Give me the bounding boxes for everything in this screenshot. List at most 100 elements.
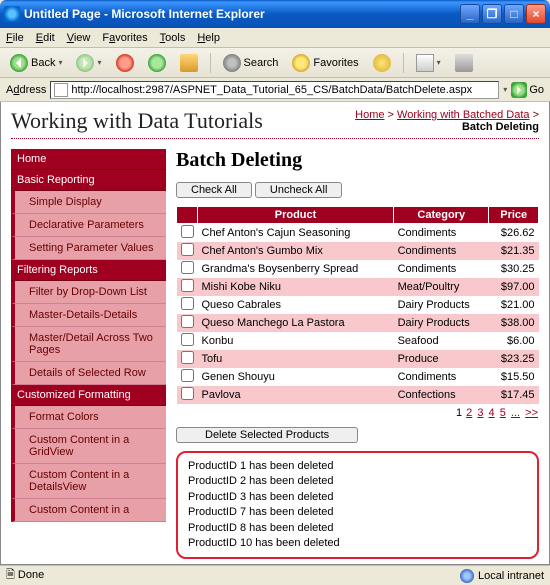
nav-format-colors[interactable]: Format Colors — [11, 406, 166, 429]
cell-price: $6.00 — [489, 332, 539, 350]
row-checkbox[interactable] — [181, 261, 194, 274]
menu-bar: File Edit View Favorites Tools Help — [0, 28, 550, 48]
nav-custom-gridview[interactable]: Custom Content in a GridView — [11, 429, 166, 464]
col-checkbox — [177, 207, 198, 224]
url-field[interactable]: http://localhost:2987/ASPNET_Data_Tutori… — [50, 81, 499, 99]
back-button[interactable]: Back▾ — [6, 52, 66, 74]
row-checkbox[interactable] — [181, 279, 194, 292]
row-checkbox[interactable] — [181, 243, 194, 256]
search-button[interactable]: Search — [219, 52, 283, 74]
pager-4[interactable]: 4 — [489, 407, 495, 419]
page-icon — [54, 83, 68, 97]
url-text: http://localhost:2987/ASPNET_Data_Tutori… — [71, 84, 472, 96]
nav-custom-detailsview[interactable]: Custom Content in a DetailsView — [11, 464, 166, 499]
forward-icon — [76, 54, 94, 72]
menu-help[interactable]: Help — [197, 32, 220, 44]
menu-file[interactable]: File — [6, 32, 24, 44]
nav-simple-display[interactable]: Simple Display — [11, 191, 166, 214]
menu-favorites[interactable]: Favorites — [102, 32, 147, 44]
nav-filtering-reports[interactable]: Filtering Reports — [11, 260, 166, 281]
print-icon — [455, 54, 473, 72]
col-price[interactable]: Price — [489, 207, 539, 224]
close-button[interactable]: × — [526, 4, 546, 24]
status-left: 🗎 Done — [6, 566, 44, 585]
favorites-button[interactable]: Favorites — [288, 52, 362, 74]
breadcrumb-home[interactable]: Home — [355, 109, 384, 121]
search-icon — [223, 54, 241, 72]
nav-declarative-parameters[interactable]: Declarative Parameters — [11, 214, 166, 237]
table-row: TofuProduce$23.25 — [177, 350, 539, 368]
home-button[interactable] — [176, 52, 202, 74]
stop-button[interactable] — [112, 52, 138, 74]
pager-next[interactable]: >> — [525, 407, 538, 419]
table-row: PavlovaConfections$17.45 — [177, 386, 539, 404]
check-all-button[interactable]: Check All — [176, 182, 252, 198]
maximize-button[interactable]: □ — [504, 4, 524, 24]
cell-product: Mishi Kobe Niku — [198, 278, 394, 296]
minimize-button[interactable]: _ — [460, 4, 480, 24]
window-title: Untitled Page - Microsoft Internet Explo… — [24, 7, 460, 21]
cell-product: Tofu — [198, 350, 394, 368]
cell-product: Queso Cabrales — [198, 296, 394, 314]
pager-dots[interactable]: ... — [511, 407, 520, 419]
cell-category: Dairy Products — [394, 314, 489, 332]
mail-button[interactable]: ▾ — [412, 52, 445, 74]
print-button[interactable] — [451, 52, 477, 74]
back-icon — [10, 54, 28, 72]
row-checkbox[interactable] — [181, 333, 194, 346]
pager-5[interactable]: 5 — [500, 407, 506, 419]
status-message: ProductID 1 has been deleted — [188, 459, 527, 474]
home-icon — [180, 54, 198, 72]
refresh-icon — [148, 54, 166, 72]
site-title: Working with Data Tutorials — [11, 108, 263, 134]
col-category[interactable]: Category — [394, 207, 489, 224]
status-message: ProductID 10 has been deleted — [188, 536, 527, 551]
forward-button[interactable]: ▾ — [72, 52, 105, 74]
cell-price: $21.00 — [489, 296, 539, 314]
cell-price: $97.00 — [489, 278, 539, 296]
nav-customized-formatting[interactable]: Customized Formatting — [11, 385, 166, 406]
row-checkbox[interactable] — [181, 369, 194, 382]
url-dropdown[interactable]: ▾ — [503, 85, 507, 94]
page-heading: Batch Deleting — [176, 149, 539, 172]
row-checkbox[interactable] — [181, 225, 194, 238]
row-checkbox[interactable] — [181, 315, 194, 328]
go-button[interactable]: Go — [511, 82, 544, 98]
refresh-button[interactable] — [144, 52, 170, 74]
menu-edit[interactable]: Edit — [36, 32, 55, 44]
menu-tools[interactable]: Tools — [160, 32, 186, 44]
nav-basic-reporting[interactable]: Basic Reporting — [11, 170, 166, 191]
cell-product: Chef Anton's Cajun Seasoning — [198, 224, 394, 243]
row-checkbox[interactable] — [181, 297, 194, 310]
menu-view[interactable]: View — [67, 32, 91, 44]
nav-custom-content[interactable]: Custom Content in a — [11, 499, 166, 522]
pager-2[interactable]: 2 — [466, 407, 472, 419]
col-product[interactable]: Product — [198, 207, 394, 224]
nav-home[interactable]: Home — [11, 149, 166, 170]
row-checkbox[interactable] — [181, 351, 194, 364]
main-content: Batch Deleting Check All Uncheck All Pro… — [176, 149, 539, 559]
status-message: ProductID 7 has been deleted — [188, 505, 527, 520]
breadcrumb-section[interactable]: Working with Batched Data — [397, 109, 529, 121]
cell-product: Pavlova — [198, 386, 394, 404]
toolbar: Back▾ ▾ Search Favorites ▾ — [0, 48, 550, 78]
cell-category: Condiments — [394, 224, 489, 243]
nav-master-detail-two-pages[interactable]: Master/Detail Across Two Pages — [11, 327, 166, 362]
intranet-icon — [460, 569, 474, 583]
status-message: ProductID 8 has been deleted — [188, 521, 527, 536]
uncheck-all-button[interactable]: Uncheck All — [255, 182, 342, 198]
status-message-box: ProductID 1 has been deletedProductID 2 … — [176, 451, 539, 559]
favorites-label: Favorites — [313, 57, 358, 69]
nav-details-selected-row[interactable]: Details of Selected Row — [11, 362, 166, 385]
delete-selected-button[interactable]: Delete Selected Products — [176, 427, 358, 443]
row-checkbox[interactable] — [181, 387, 194, 400]
cell-price: $26.62 — [489, 224, 539, 243]
window-titlebar: Untitled Page - Microsoft Internet Explo… — [0, 0, 550, 28]
history-button[interactable] — [369, 52, 395, 74]
table-row: Queso CabralesDairy Products$21.00 — [177, 296, 539, 314]
nav-master-details-details[interactable]: Master-Details-Details — [11, 304, 166, 327]
pager-3[interactable]: 3 — [477, 407, 483, 419]
nav-filter-dropdown[interactable]: Filter by Drop-Down List — [11, 281, 166, 304]
restore-button[interactable]: ❐ — [482, 4, 502, 24]
nav-setting-parameter-values[interactable]: Setting Parameter Values — [11, 237, 166, 260]
